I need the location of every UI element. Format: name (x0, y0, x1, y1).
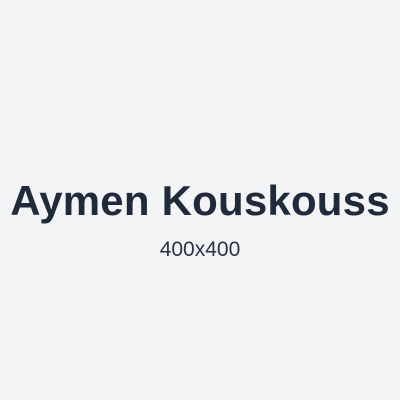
placeholder-dimensions-text: 400x400 (159, 238, 241, 261)
placeholder-name-text: Aymen Kouskouss (10, 177, 390, 224)
placeholder-canvas: Aymen Kouskouss 400x400 (0, 0, 400, 400)
